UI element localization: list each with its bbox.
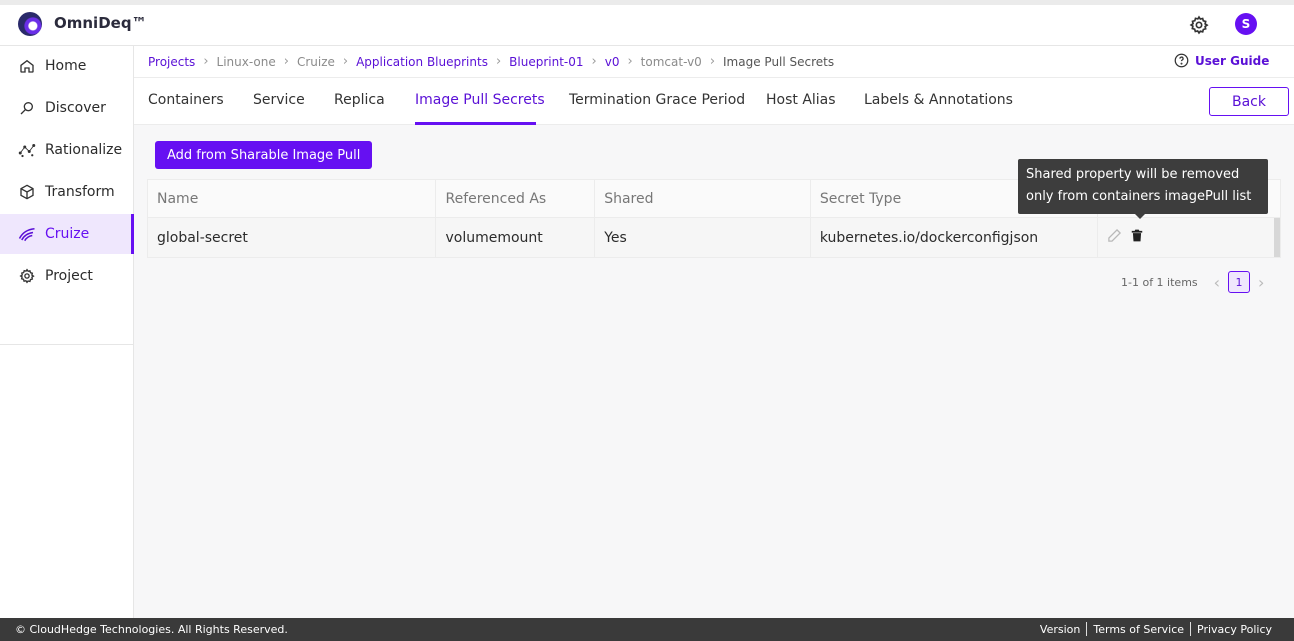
tab-service[interactable]: Service xyxy=(253,92,305,108)
sidebar: Home Discover Rationalize Transform Crui… xyxy=(0,46,134,618)
breadcrumb-projects[interactable]: Projects xyxy=(148,55,195,69)
sidebar-item-label: Cruize xyxy=(45,226,90,242)
sidebar-item-label: Transform xyxy=(45,184,115,200)
breadcrumb-blueprint-01[interactable]: Blueprint-01 xyxy=(509,55,583,69)
table-row: global-secret volumemount Yes kubernetes… xyxy=(148,218,1280,257)
row-actions xyxy=(1107,228,1144,247)
chevron-left-icon[interactable]: ‹ xyxy=(1214,273,1220,292)
footer-link-terms[interactable]: Terms of Service xyxy=(1087,623,1190,636)
sidebar-divider xyxy=(0,344,133,345)
tab-termination-grace-period[interactable]: Termination Grace Period xyxy=(569,92,745,108)
sidebar-item-label: Discover xyxy=(45,100,106,116)
sidebar-item-discover[interactable]: Discover xyxy=(0,88,134,128)
home-icon xyxy=(18,57,36,75)
pagination-summary: 1-1 of 1 items xyxy=(1121,275,1198,289)
chevron-right-icon: › xyxy=(591,54,597,69)
rationalize-icon xyxy=(18,141,36,159)
footer-link-privacy[interactable]: Privacy Policy xyxy=(1191,623,1278,636)
breadcrumb-v0[interactable]: v0 xyxy=(605,55,620,69)
active-tab-indicator xyxy=(415,122,536,125)
delete-tooltip: Shared property will be removed only fro… xyxy=(1018,159,1268,214)
column-header-name[interactable]: Name xyxy=(148,180,437,217)
tab-containers[interactable]: Containers xyxy=(148,92,224,108)
footer: © CloudHedge Technologies. All Rights Re… xyxy=(0,618,1294,641)
tab-host-alias[interactable]: Host Alias xyxy=(766,92,836,108)
cruize-icon xyxy=(18,225,36,243)
table-scrollbar[interactable] xyxy=(1274,218,1280,257)
breadcrumb-cruize[interactable]: Cruize xyxy=(297,55,335,69)
main-content: Projects › Linux-one › Cruize › Applicat… xyxy=(134,46,1294,618)
breadcrumb: Projects › Linux-one › Cruize › Applicat… xyxy=(148,54,834,69)
breadcrumb-bar: Projects › Linux-one › Cruize › Applicat… xyxy=(134,46,1294,78)
delete-trash-icon[interactable] xyxy=(1130,228,1144,247)
sidebar-item-home[interactable]: Home xyxy=(0,46,134,86)
tab-replica[interactable]: Replica xyxy=(334,92,385,108)
breadcrumb-application-blueprints[interactable]: Application Blueprints xyxy=(356,55,488,69)
tab-bar: Containers Service Replica Image Pull Se… xyxy=(134,78,1294,125)
page-number-button[interactable]: 1 xyxy=(1228,271,1251,293)
settings-gear-icon[interactable] xyxy=(1188,14,1210,36)
sidebar-item-transform[interactable]: Transform xyxy=(0,172,134,212)
user-guide-label: User Guide xyxy=(1195,53,1270,68)
sidebar-item-label: Project xyxy=(45,268,93,284)
cell-actions xyxy=(1098,218,1280,257)
tooltip-arrow xyxy=(1134,213,1146,219)
app-name: OmniDeq™ xyxy=(54,14,147,32)
chevron-right-icon: › xyxy=(283,54,289,69)
chevron-right-icon: › xyxy=(342,54,349,69)
chevron-right-icon: › xyxy=(627,54,633,69)
copyright-text: © CloudHedge Technologies. All Rights Re… xyxy=(15,623,288,636)
tab-image-pull-secrets[interactable]: Image Pull Secrets xyxy=(415,92,545,108)
user-avatar[interactable]: S xyxy=(1235,13,1257,35)
breadcrumb-tomcat-v0[interactable]: tomcat-v0 xyxy=(641,55,702,69)
cell-referenced-as: volumemount xyxy=(436,218,596,257)
tab-labels-annotations[interactable]: Labels & Annotations xyxy=(864,92,1013,108)
footer-link-version[interactable]: Version xyxy=(1034,623,1086,636)
column-header-referenced-as[interactable]: Referenced As xyxy=(436,180,596,217)
chevron-right-icon: › xyxy=(203,54,209,69)
user-guide-link[interactable]: User Guide xyxy=(1174,53,1269,68)
sidebar-item-cruize[interactable]: Cruize xyxy=(0,214,134,254)
omnideq-logo-icon xyxy=(18,12,42,36)
tooltip-line-1: Shared property will be removed xyxy=(1026,167,1240,182)
tooltip-line-2: only from containers imagePull list xyxy=(1026,189,1252,204)
sidebar-item-label: Home xyxy=(45,58,87,74)
breadcrumb-linux-one[interactable]: Linux-one xyxy=(217,55,276,69)
sidebar-item-rationalize[interactable]: Rationalize xyxy=(0,130,134,170)
sidebar-item-label: Rationalize xyxy=(45,142,123,158)
cell-secret-type: kubernetes.io/dockerconfigjson xyxy=(811,218,1099,257)
chevron-right-icon[interactable]: › xyxy=(1258,273,1264,292)
help-circle-icon xyxy=(1174,53,1189,68)
column-header-shared[interactable]: Shared xyxy=(595,180,811,217)
back-button[interactable]: Back xyxy=(1209,87,1289,116)
pagination: 1-1 of 1 items ‹ 1 › xyxy=(1121,271,1272,293)
add-from-sharable-image-pull-button[interactable]: Add from Sharable Image Pull xyxy=(155,141,373,169)
discover-icon xyxy=(18,99,36,117)
chevron-right-icon: › xyxy=(709,54,716,69)
transform-icon xyxy=(18,183,36,201)
edit-pencil-icon[interactable] xyxy=(1107,228,1122,247)
cell-name: global-secret xyxy=(148,218,437,257)
breadcrumb-current: Image Pull Secrets xyxy=(723,54,835,69)
footer-links: Version Terms of Service Privacy Policy xyxy=(1034,622,1278,636)
sidebar-item-project[interactable]: Project xyxy=(0,256,134,296)
chevron-right-icon: › xyxy=(495,54,502,69)
app-header: OmniDeq™ S xyxy=(0,5,1294,46)
project-gear-icon xyxy=(18,267,36,285)
cell-shared: Yes xyxy=(595,218,811,257)
